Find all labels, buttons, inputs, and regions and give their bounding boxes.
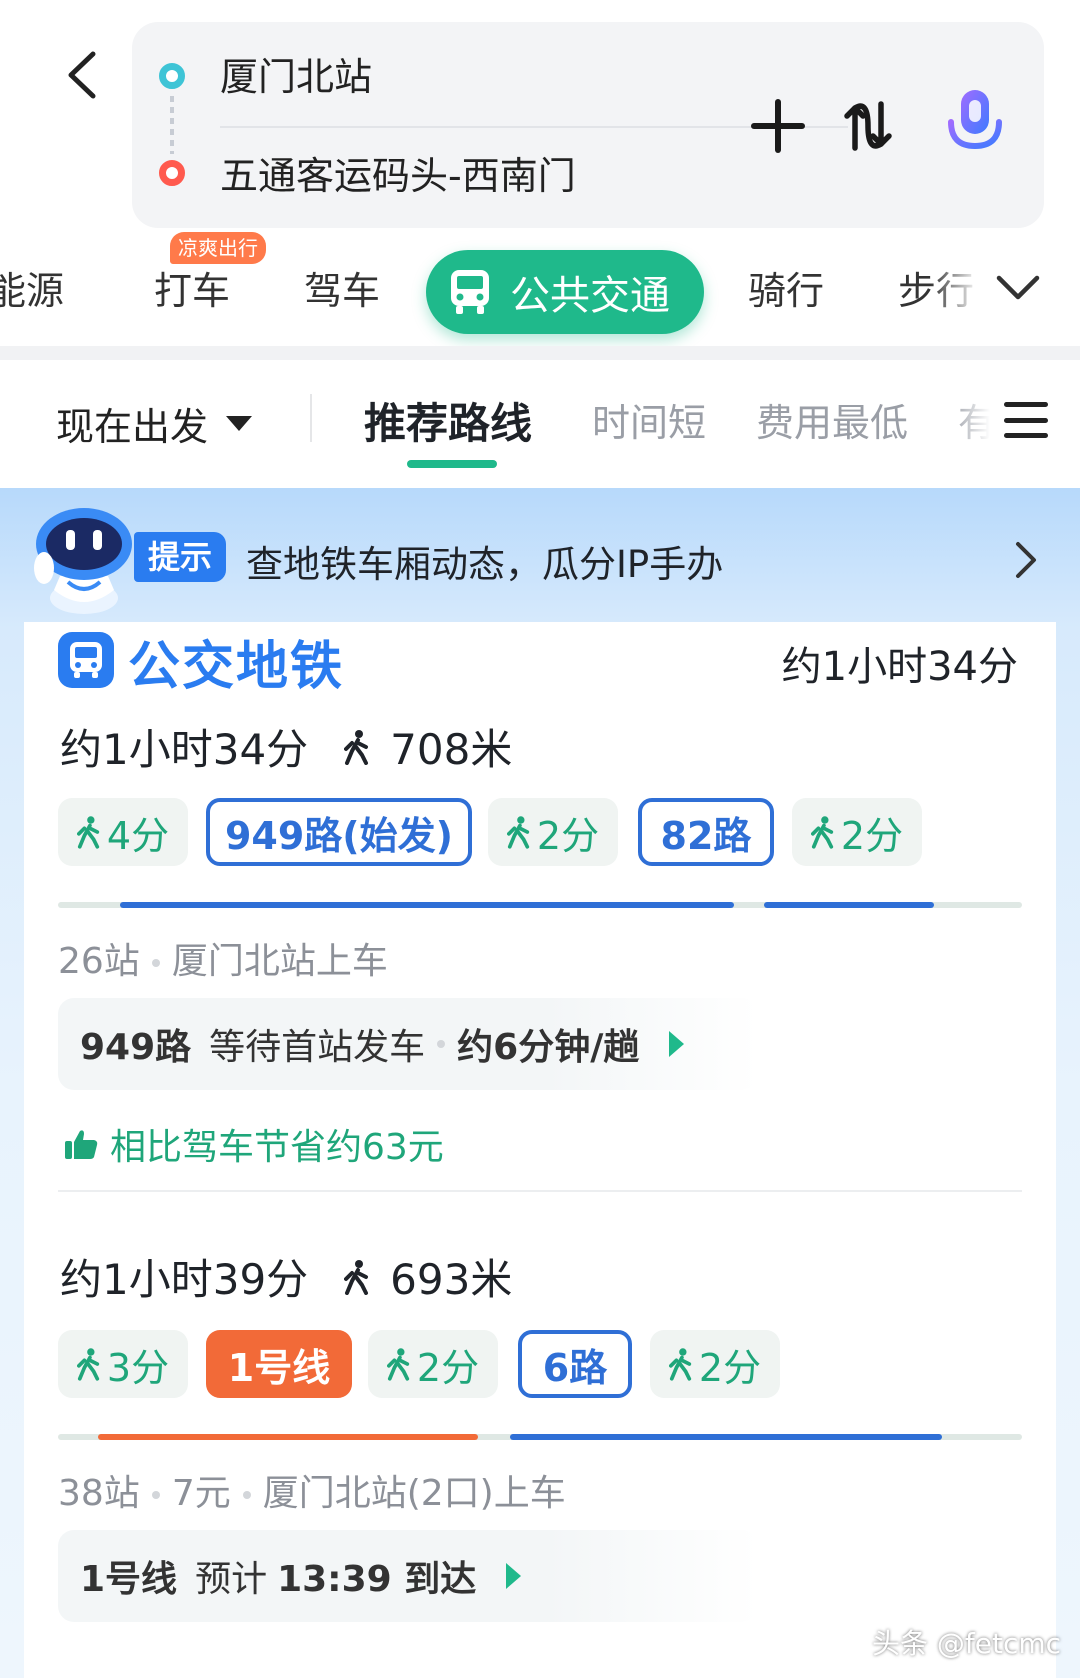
card-time: 约1小时34分 [781,644,1018,690]
voice-mic-icon[interactable] [932,82,1018,168]
walk-icon [76,816,100,849]
tip-text: 查地铁车厢动态，瓜分IP手办 [246,543,724,586]
tab-taxi[interactable]: 打车 [154,260,230,315]
walk-time: 4分 [106,813,170,858]
tab-energy[interactable]: 能源 [0,260,64,315]
tab-drive[interactable]: 驾车 [304,260,380,315]
walk-icon [506,816,530,849]
route-meta: 38站 7元 厦门北站(2口)上车 [58,1464,566,1516]
walk-distance: 693米 [390,1255,513,1304]
origin-field[interactable]: 厦门北站 [220,46,372,101]
bus-leg-bar [510,1434,942,1440]
route-duration: 约1小时39分 [60,1255,309,1304]
info-line: 949路 [80,1027,192,1068]
bus-line-chip: 82路 [638,798,774,866]
info-frequency: 约6分钟/趟 [457,1027,640,1068]
bus-leg-bar [120,902,734,908]
bus-line-chip: 6路 [518,1330,632,1398]
sort-divider [310,394,312,442]
info-status: 预计 [195,1559,268,1600]
bus-line-chip: 949路(始发) [206,798,472,866]
transport-mode-tabs: 能源 凉爽出行 打车 驾车 公共交通 骑行 步行 [0,230,1080,334]
walk-distance: 708米 [390,725,513,774]
walk-segment: 2分 [650,1330,780,1398]
back-icon[interactable] [46,40,116,110]
section-separator [0,346,1080,360]
active-tab-indicator [407,460,497,468]
realtime-info[interactable]: 949路 等待首站发车 约6分钟/趟 [58,998,758,1090]
walk-time: 2分 [698,1345,762,1390]
option-divider [58,1190,1022,1192]
route-input-box: 厦门北站 五通客运码头-西南门 [132,22,1044,228]
end-dot-icon [159,160,185,186]
play-arrow-icon [506,1563,522,1589]
walk-icon [810,816,834,849]
route-meta: 26站 厦门北站上车 [58,932,388,984]
walk-segment: 2分 [488,798,618,866]
card-title: 公交地铁 [128,637,345,697]
bus-icon [58,632,114,688]
realtime-info[interactable]: 1号线 预计 13:39 到达 [58,1530,758,1622]
walk-segment: 2分 [792,798,922,866]
walk-segment: 3分 [58,1330,188,1398]
start-dot-icon [159,63,185,89]
walk-time: 2分 [416,1345,480,1390]
thumbs-up-icon [65,1130,98,1159]
sort-tabs-fade [950,380,1000,460]
sort-bar: 现在出发 推荐路线 时间短 费用最低 有 [0,360,1080,488]
walk-time: 3分 [106,1345,170,1390]
board-station: 厦门北站(2口)上车 [262,1473,566,1514]
savings-text: 相比驾车节省约63元 [110,1127,444,1168]
walk-icon [344,1259,370,1295]
watermark: 头条 @fetcmc [872,1627,1062,1660]
board-station: 厦门北站上车 [171,941,388,982]
tab-public-transit[interactable]: 公共交通 [426,250,704,334]
info-line: 1号线 [80,1559,178,1600]
destination-field[interactable]: 五通客运码头-西南门 [220,145,576,200]
tab-shortest-time[interactable]: 时间短 [592,392,706,447]
tab-public-transit-label: 公共交通 [510,273,670,319]
bus-leg-bar [764,902,934,908]
chevron-right-icon [1010,540,1040,580]
robot-mascot-icon [28,506,142,616]
chevron-down-icon[interactable] [990,266,1046,310]
walk-time: 2分 [840,813,904,858]
bus-icon [451,270,489,314]
menu-icon[interactable] [1004,398,1048,442]
route-dotted-line [170,96,174,154]
walk-segment: 2分 [368,1330,498,1398]
metro-line-chip: 1号线 [206,1330,352,1398]
walk-time: 2分 [536,813,600,858]
caret-down-icon [226,416,253,431]
swap-route-icon[interactable] [828,86,908,166]
info-arrival: 13:39 到达 [277,1559,477,1600]
depart-time-label: 现在出发 [56,405,209,449]
transit-results-card: 公交地铁 约1小时34分 约1小时34分 708米 4分 949路(始发) 2分… [24,622,1056,1678]
stop-count: 26站 [58,941,140,982]
add-waypoint-icon[interactable] [738,86,818,166]
play-arrow-icon [669,1031,685,1057]
fare: 7元 [171,1473,231,1514]
route-header: 厦门北站 五通客运码头-西南门 能源 凉爽出行 打车 驾车 公共交通 骑行 [0,0,1080,352]
tab-lowest-cost[interactable]: 费用最低 [756,392,908,447]
tab-recommended[interactable]: 推荐路线 [364,390,532,451]
results-panel: 提示 查地铁车厢动态，瓜分IP手办 公交地铁 约1小时34分 约1小时34分 7… [0,488,1080,1678]
route-option-summary[interactable]: 约1小时39分 693米 [60,1246,512,1307]
tab-cycling[interactable]: 骑行 [748,260,824,315]
walk-icon [386,1348,410,1381]
tip-tag: 提示 [134,532,227,582]
depart-time-selector[interactable]: 现在出发 [56,396,253,451]
savings-note: 相比驾车节省约63元 [64,1118,444,1170]
walk-icon [344,729,370,765]
route-duration: 约1小时34分 [60,725,309,774]
stop-count: 38站 [58,1473,140,1514]
walk-segment: 4分 [58,798,188,866]
metro-leg-bar [98,1434,478,1440]
walk-icon [668,1348,692,1381]
walk-icon [76,1348,100,1381]
info-status: 等待首站发车 [209,1027,426,1068]
route-option-summary[interactable]: 约1小时34分 708米 [60,716,512,777]
tip-banner[interactable]: 提示 查地铁车厢动态，瓜分IP手办 [0,488,1080,622]
